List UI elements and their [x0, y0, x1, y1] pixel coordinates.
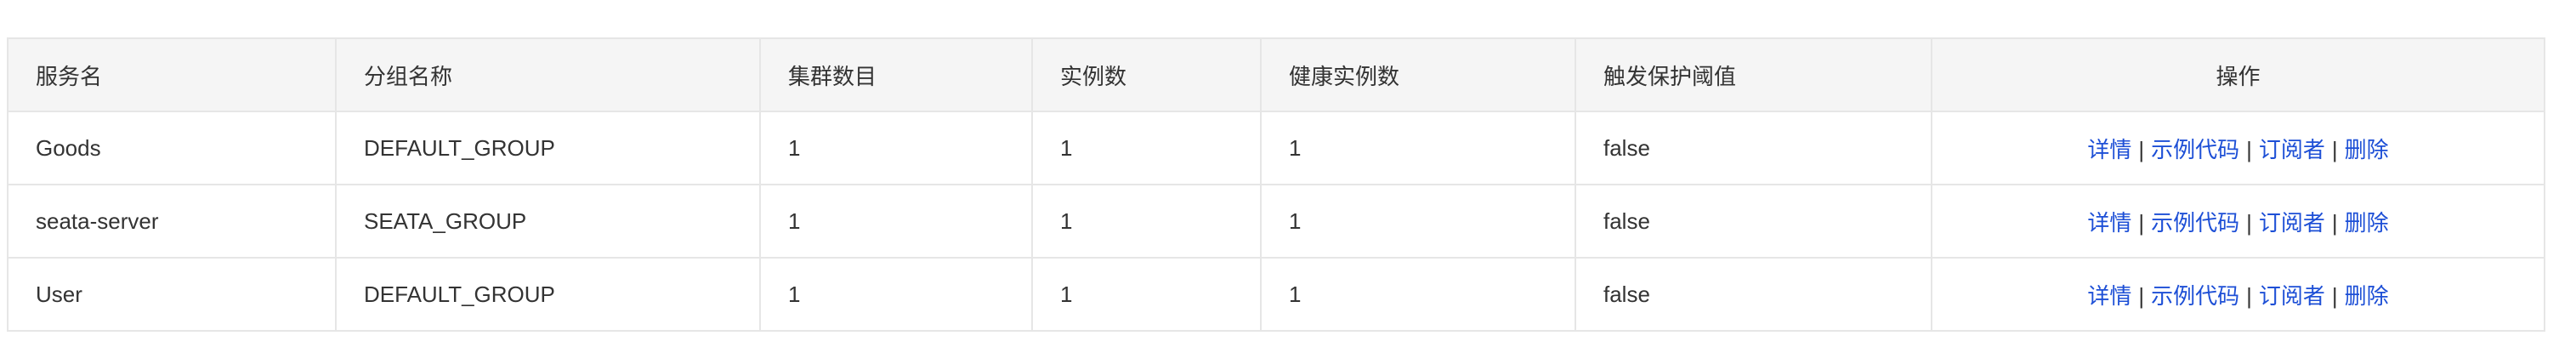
- cell-operations: 详情 | 示例代码 | 订阅者 | 删除: [1931, 257, 2545, 332]
- action-separator: |: [2331, 209, 2338, 236]
- subscribers-link[interactable]: 订阅者: [2259, 137, 2325, 162]
- cell-operations: 详情 | 示例代码 | 订阅者 | 删除: [1931, 184, 2545, 259]
- delete-link[interactable]: 删除: [2345, 283, 2389, 309]
- sample-code-link[interactable]: 示例代码: [2151, 283, 2239, 309]
- cell-instance-count: 1: [1031, 111, 1262, 185]
- action-separator: |: [2246, 136, 2252, 162]
- cell-cluster-count: 1: [759, 257, 1033, 332]
- action-separator: |: [2138, 209, 2145, 236]
- cell-service-name: seata-server: [7, 184, 337, 259]
- sample-code-link[interactable]: 示例代码: [2151, 137, 2239, 162]
- sample-code-link[interactable]: 示例代码: [2151, 210, 2239, 236]
- subscribers-link[interactable]: 订阅者: [2259, 210, 2325, 236]
- action-separator: |: [2138, 136, 2145, 162]
- header-group-name: 分组名称: [335, 37, 761, 112]
- header-instance-count: 实例数: [1031, 37, 1262, 112]
- header-service-name: 服务名: [7, 37, 337, 112]
- cell-healthy-instance-count: 1: [1260, 111, 1576, 185]
- delete-link[interactable]: 删除: [2345, 137, 2389, 162]
- cell-group-name: DEFAULT_GROUP: [335, 257, 761, 332]
- cell-cluster-count: 1: [759, 184, 1033, 259]
- cell-service-name: User: [7, 257, 337, 332]
- cell-protect-threshold: false: [1575, 184, 1932, 259]
- action-separator: |: [2331, 282, 2338, 309]
- cell-protect-threshold: false: [1575, 257, 1932, 332]
- cell-healthy-instance-count: 1: [1260, 257, 1576, 332]
- detail-link[interactable]: 详情: [2087, 283, 2131, 309]
- table-row: Goods DEFAULT_GROUP 1 1 1 false 详情 | 示例代码 |…: [7, 111, 2545, 185]
- action-separator: |: [2138, 282, 2145, 309]
- table-row: seata-server SEATA_GROUP 1 1 1 false 详情 |…: [7, 184, 2545, 259]
- cell-protect-threshold: false: [1575, 111, 1932, 185]
- action-separator: |: [2246, 209, 2252, 236]
- cell-group-name: DEFAULT_GROUP: [335, 111, 761, 185]
- subscribers-link[interactable]: 订阅者: [2259, 283, 2325, 309]
- action-separator: |: [2246, 282, 2252, 309]
- header-protect-threshold: 触发保护阈值: [1575, 37, 1932, 112]
- detail-link[interactable]: 详情: [2087, 210, 2131, 236]
- table-header-row: 服务名 分组名称 集群数目 实例数 健康实例数 触发保护阈值 操作: [7, 37, 2545, 112]
- action-separator: |: [2331, 136, 2338, 162]
- service-list-table-wrapper: 服务名 分组名称 集群数目 实例数 健康实例数 触发保护阈值 操作 Goods …: [7, 37, 2545, 332]
- header-operations: 操作: [1931, 37, 2545, 112]
- cell-healthy-instance-count: 1: [1260, 184, 1576, 259]
- table-row: User DEFAULT_GROUP 1 1 1 false 详情 | 示例代码 | 订…: [7, 257, 2545, 332]
- service-list-table: 服务名 分组名称 集群数目 实例数 健康实例数 触发保护阈值 操作 Goods …: [7, 37, 2545, 332]
- cell-instance-count: 1: [1031, 184, 1262, 259]
- delete-link[interactable]: 删除: [2345, 210, 2389, 236]
- cell-service-name: Goods: [7, 111, 337, 185]
- cell-instance-count: 1: [1031, 257, 1262, 332]
- detail-link[interactable]: 详情: [2087, 137, 2131, 162]
- cell-operations: 详情 | 示例代码 | 订阅者 | 删除: [1931, 111, 2545, 185]
- header-healthy-instance-count: 健康实例数: [1260, 37, 1576, 112]
- cell-cluster-count: 1: [759, 111, 1033, 185]
- cell-group-name: SEATA_GROUP: [335, 184, 761, 259]
- header-cluster-count: 集群数目: [759, 37, 1033, 112]
